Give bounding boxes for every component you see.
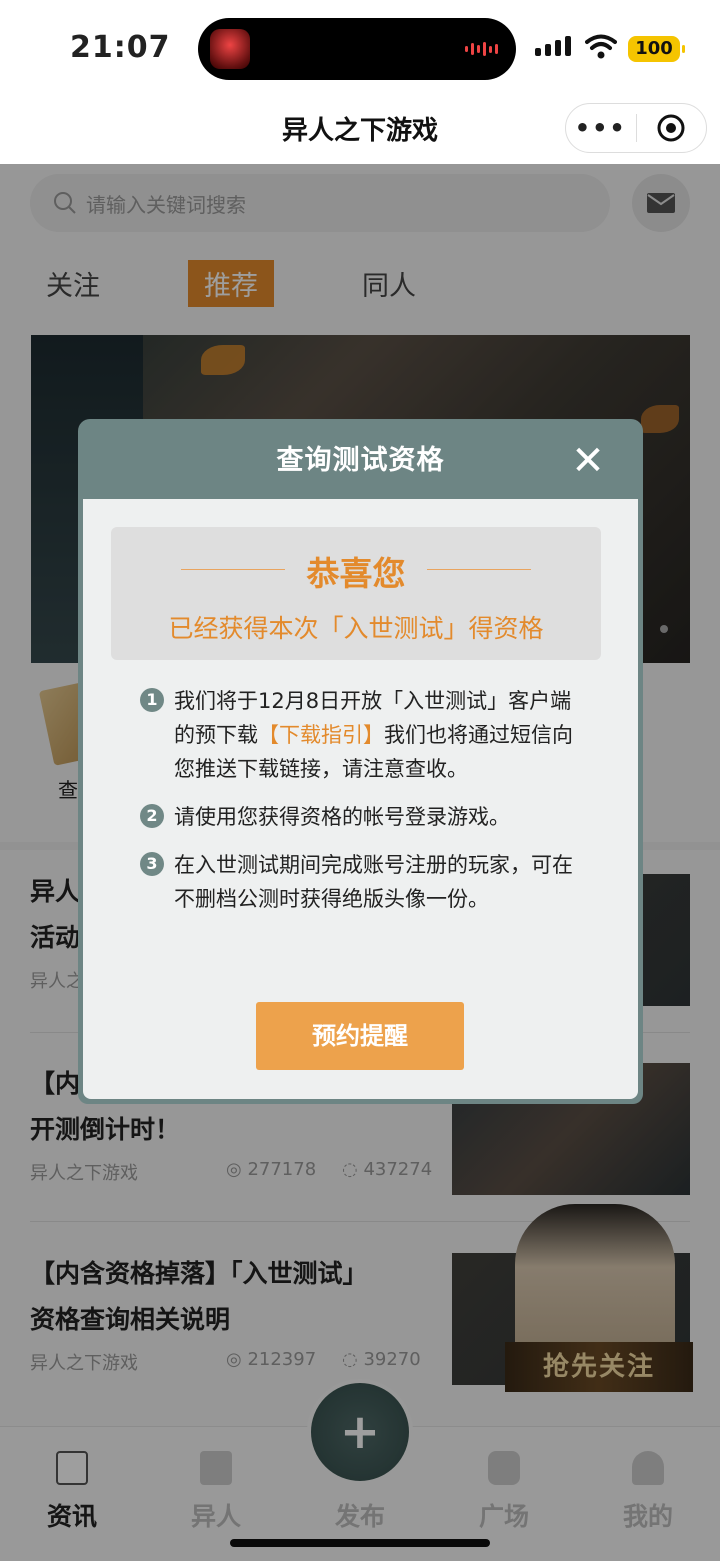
dynamic-island — [198, 18, 516, 80]
navbar: 异人之下游戏 ••• — [0, 96, 720, 164]
modal-title: 查询测试资格 — [276, 445, 445, 476]
app-icon — [210, 29, 250, 69]
audio-wave-icon — [465, 42, 498, 56]
step-number: 1 — [140, 688, 164, 712]
steps-list: 1 我们将于12月8日开放「入世测试」客户端的预下载【下载指引】我们也将通过短信… — [140, 684, 580, 930]
step-text: 在入世测试期间完成账号注册的玩家，可在不删档公测时获得绝版头像一份。 — [174, 853, 573, 911]
status-bar: 21:07 100 — [0, 0, 720, 96]
close-miniprogram-button[interactable] — [637, 113, 707, 143]
download-guide-link[interactable]: 【下载指引】 — [258, 723, 384, 747]
step-text: 请使用您获得资格的帐号登录游戏。 — [174, 805, 510, 829]
congrats-banner: 恭喜您 已经获得本次「入世测试」得资格 — [111, 527, 601, 660]
step-number: 3 — [140, 852, 164, 876]
signal-icon — [535, 36, 571, 56]
target-icon — [657, 114, 685, 142]
qualification-modal: 查询测试资格 ✕ 恭喜您 已经获得本次「入世测试」得资格 1 我们将于12月8日… — [78, 419, 643, 1104]
wifi-icon — [585, 34, 617, 59]
remind-button[interactable]: 预约提醒 — [256, 1002, 464, 1070]
battery-indicator: 100 — [628, 36, 685, 62]
step-item: 1 我们将于12月8日开放「入世测试」客户端的预下载【下载指引】我们也将通过短信… — [140, 684, 580, 786]
miniprogram-capsule: ••• — [565, 103, 707, 153]
modal-body: 恭喜您 已经获得本次「入世测试」得资格 1 我们将于12月8日开放「入世测试」客… — [83, 499, 638, 1099]
step-number: 2 — [140, 804, 164, 828]
step-text: 我们将于12月8日开放「入世测试」客户端的预下载【下载指引】我们也将通过短信向您… — [174, 689, 573, 781]
more-button[interactable]: ••• — [566, 114, 636, 142]
close-icon[interactable]: ✕ — [568, 441, 608, 481]
step-item: 2 请使用您获得资格的帐号登录游戏。 — [140, 800, 580, 834]
congrats-title: 恭喜您 — [306, 554, 406, 593]
status-time: 21:07 — [70, 30, 171, 65]
modal-header: 查询测试资格 ✕ — [78, 419, 643, 499]
congrats-subtitle: 已经获得本次「入世测试」得资格 — [168, 614, 544, 643]
step-item: 3 在入世测试期间完成账号注册的玩家，可在不删档公测时获得绝版头像一份。 — [140, 848, 580, 916]
